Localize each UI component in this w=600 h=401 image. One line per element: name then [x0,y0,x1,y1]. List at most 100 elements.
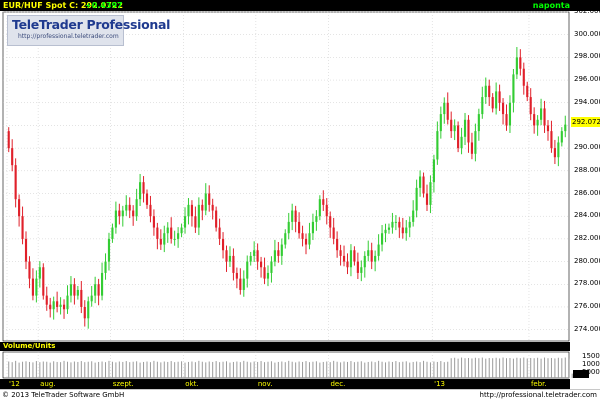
teletrader-logo: TeleTrader Professional http://professio… [7,15,170,46]
candle-body [139,182,142,200]
candle-body [149,204,152,217]
candle-body [173,238,176,240]
candle-body [260,261,263,268]
candle-body [273,250,276,262]
candle-body [42,267,45,296]
candle-body [446,102,449,120]
price-tick-label: 282.0000 [574,233,600,242]
candle-body [450,119,453,132]
candle-body [501,102,505,115]
candle-body [463,119,467,137]
candle-body [194,216,197,228]
candle-body [515,57,518,75]
candle-body [419,176,422,188]
candle-body [294,210,297,222]
candle-body [152,216,155,228]
candle-body [170,227,173,239]
candle-body [526,85,529,98]
candle-body [564,124,567,132]
candle-body [83,306,86,319]
candle-body [495,91,498,109]
footer: © 2013 TeleTrader Software GmbH http://p… [0,389,600,401]
price-tick-label: 300.0000 [574,29,600,38]
candle-body [90,295,93,302]
candle-body [508,102,512,126]
candle-body [329,216,332,228]
volume-tick-label: 15000 [582,352,600,360]
candle-body [28,261,31,279]
candle-body [56,301,59,307]
candle-body [121,210,124,217]
price-tick-label: 290.0000 [574,143,600,152]
candle-body [76,289,79,296]
candle-body [21,216,24,239]
candle-body [80,289,83,307]
candle-body [291,210,294,222]
candle-body [377,244,380,256]
price-chart [2,11,573,379]
candle-body [467,119,470,143]
time-tick-label: aug. [40,380,56,388]
candle-body [436,131,439,160]
candle-body [349,250,353,268]
logo-brand: TeleTrader Professional [12,17,171,32]
candle-body [533,114,536,126]
time-tick-label: febr. [530,380,547,388]
last-price-marker: 292.0722 [571,117,600,127]
candle-body [69,284,73,296]
time-tick-label: szept. [112,380,134,388]
candle-body [246,261,249,279]
candle-body [49,304,52,310]
candle-body [412,210,415,222]
candle-body [550,131,553,149]
candle-body [370,250,373,262]
candle-body [201,204,204,211]
footer-site-link[interactable]: http://professional.teletrader.com [480,391,597,399]
candle-body [557,142,560,158]
candle-body [432,159,435,183]
candle-body [266,272,270,279]
candle-body [242,278,245,290]
candle-body [546,125,550,132]
chart-window: EUR/HUF Spot C: 292.0722 +0.4397 naponta… [0,0,600,401]
candle-body [470,142,474,154]
candle-body [145,193,149,205]
candle-body [384,229,387,234]
volume-panel-header: Volume/Units [0,342,570,351]
candle-body [374,255,377,262]
logo-url: http://professional.teletrader.com [18,33,119,40]
price-tick-label: 294.0000 [574,97,600,106]
candle-body [553,148,556,158]
candle-body [488,85,491,98]
candle-body [401,227,404,234]
candle-body [159,238,162,245]
copyright-text: © 2013 TeleTrader Software GmbH [2,391,125,399]
candle-body [166,227,169,234]
candle-body [408,221,411,228]
candle-body [253,250,256,256]
candle-body [38,267,41,279]
candle-body [301,233,304,239]
candle-body [429,182,432,205]
candle-body [270,261,273,273]
candle-body [263,267,266,279]
candle-body [277,250,280,256]
candle-body [211,204,214,211]
candle-body [505,114,508,126]
price-tick-label: 298.0000 [574,52,600,61]
candle-body [197,204,200,228]
candle-body [315,216,318,222]
candle-body [104,261,107,273]
candle-body [31,278,34,296]
price-tick-label: 302.0000 [574,7,600,15]
candle-body [439,114,442,132]
candle-body [232,255,235,273]
candle-body [422,176,425,194]
candle-body [11,148,14,166]
candle-body [304,238,308,245]
candle-body [218,227,221,239]
candle-body [114,210,117,228]
candle-body [405,227,408,234]
candle-body [339,250,342,256]
volume-panel-title: Volume/Units [3,342,56,350]
